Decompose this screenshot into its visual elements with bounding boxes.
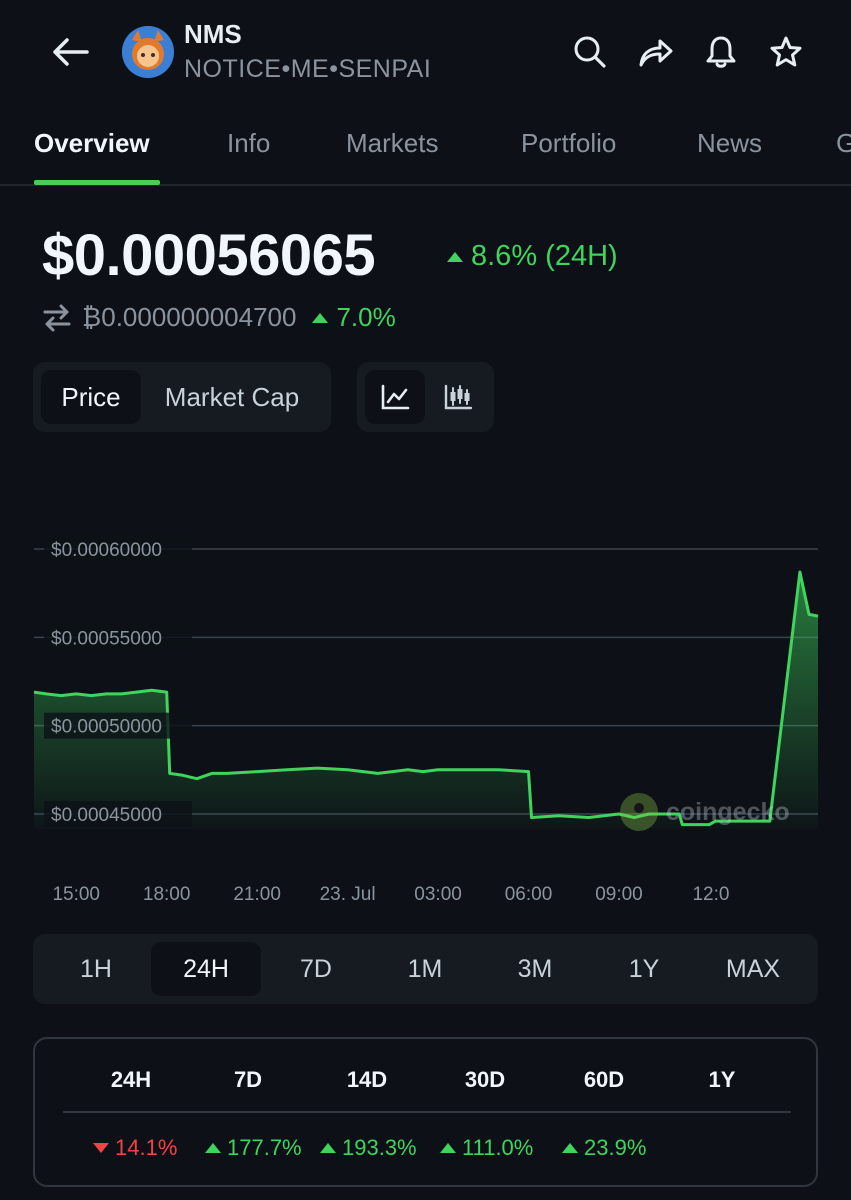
x-tick-label: 15:00	[52, 884, 100, 905]
share-button[interactable]	[634, 30, 678, 74]
coin-avatar	[122, 26, 174, 78]
chart-type-toggle	[357, 362, 494, 432]
x-tick-label: 12:0	[692, 884, 729, 905]
tab-portfolio[interactable]: Portfolio	[521, 128, 616, 159]
line-chart-icon	[381, 384, 410, 410]
price-btc-change-value: 7.0%	[336, 302, 396, 332]
performance-value-text: 23.9%	[584, 1135, 647, 1160]
price-toggle-button[interactable]: Price	[41, 370, 141, 424]
price-marketcap-toggle: Price Market Cap	[33, 362, 331, 432]
y-tick-label: $0.00045000	[51, 805, 162, 826]
chart-area-fill	[34, 572, 818, 829]
bell-icon	[706, 36, 736, 68]
coin-symbol: NMS	[184, 19, 242, 49]
tab-info[interactable]: Info	[227, 128, 270, 159]
price-usd: $0.00056065	[42, 223, 376, 288]
down-triangle-icon	[93, 1143, 109, 1153]
performance-value: 111.0%	[440, 1135, 533, 1161]
tab-markets[interactable]: Markets	[346, 128, 438, 159]
search-button[interactable]	[568, 30, 612, 74]
star-icon	[770, 36, 802, 67]
range-button-3m[interactable]: 3M	[480, 942, 590, 996]
tab-overflow[interactable]: G	[836, 128, 851, 159]
x-tick-label: 21:00	[233, 884, 281, 905]
performance-value-text: 193.3%	[342, 1135, 417, 1160]
time-range-selector: 1H 24H 7D 1M 3M 1Y MAX	[33, 934, 818, 1004]
price-change-24h-value: 8.6% (24H)	[471, 240, 618, 272]
price-btc-row: ₿0.000000004700 7.0%	[42, 302, 396, 333]
back-arrow-icon	[53, 38, 89, 66]
up-triangle-icon	[440, 1143, 456, 1153]
market-cap-toggle-button[interactable]: Market Cap	[149, 370, 315, 424]
tab-bar: Overview Info Markets Portfolio News G	[0, 118, 851, 186]
share-icon	[639, 39, 673, 67]
price-chart[interactable]: $0.00060000 $0.00055000 $0.00050000 $0.0004…	[0, 520, 851, 920]
up-triangle-icon	[320, 1143, 336, 1153]
search-icon	[574, 36, 606, 68]
performance-header-30d: 30D	[464, 1067, 506, 1092]
range-button-1y[interactable]: 1Y	[589, 942, 699, 996]
candlestick-icon	[444, 384, 473, 410]
y-tick-label: $0.00050000	[51, 717, 162, 738]
performance-value-text: 111.0%	[462, 1135, 534, 1160]
performance-header-14d: 14D	[346, 1067, 388, 1092]
up-triangle-icon	[562, 1143, 578, 1153]
price-btc: ₿0.000000004700	[82, 302, 297, 332]
x-tick-label: 18:00	[143, 884, 191, 905]
y-tick-label: $0.00060000	[51, 540, 162, 561]
price-change-24h: 8.6% (24H)	[447, 240, 618, 273]
performance-header-7d: 7D	[233, 1067, 263, 1092]
x-tick-label: 23. Jul	[320, 884, 376, 905]
coingecko-watermark: coingecko	[620, 793, 790, 831]
candlestick-chart-button[interactable]	[429, 370, 487, 424]
tab-news[interactable]: News	[697, 128, 762, 159]
performance-header-60d: 60D	[583, 1067, 625, 1092]
price-btc-change: 7.0%	[312, 302, 396, 333]
performance-value: 193.3%	[320, 1135, 417, 1161]
coingecko-logo-icon	[620, 793, 658, 831]
swap-icon[interactable]	[42, 304, 72, 332]
back-button[interactable]	[48, 30, 92, 74]
line-chart-button[interactable]	[365, 370, 425, 424]
performance-header-24h: 24H	[110, 1067, 152, 1092]
performance-value-text: 14.1%	[115, 1135, 178, 1160]
range-button-24h[interactable]: 24H	[151, 942, 261, 996]
y-tick-label: $0.00055000	[51, 628, 162, 649]
tab-overview[interactable]: Overview	[34, 128, 150, 159]
favorite-button[interactable]	[764, 30, 808, 74]
performance-table: 24H 7D 14D 30D 60D 1Y 14.1% 177.7% 193.3% 111.0% 2…	[33, 1037, 818, 1187]
up-triangle-icon	[205, 1143, 221, 1153]
performance-header-1y: 1Y	[708, 1067, 736, 1092]
x-tick-label: 06:00	[505, 884, 553, 905]
x-tick-label: 09:00	[595, 884, 643, 905]
performance-value: 14.1%	[93, 1135, 177, 1161]
coin-name: NOTICE•ME•SENPAI	[184, 55, 432, 83]
performance-divider	[63, 1111, 791, 1113]
range-button-7d[interactable]: 7D	[261, 942, 371, 996]
active-tab-indicator	[34, 180, 160, 185]
performance-value: 177.7%	[205, 1135, 302, 1161]
alert-button[interactable]	[699, 30, 743, 74]
up-triangle-icon	[312, 312, 329, 323]
performance-value-text: 177.7%	[227, 1135, 302, 1160]
x-tick-label: 03:00	[414, 884, 462, 905]
performance-value: 23.9%	[562, 1135, 646, 1161]
range-button-max[interactable]: MAX	[698, 942, 808, 996]
watermark-text: coingecko	[666, 797, 790, 826]
range-button-1m[interactable]: 1M	[370, 942, 480, 996]
range-button-1h[interactable]: 1H	[41, 942, 151, 996]
up-triangle-icon	[447, 251, 463, 262]
